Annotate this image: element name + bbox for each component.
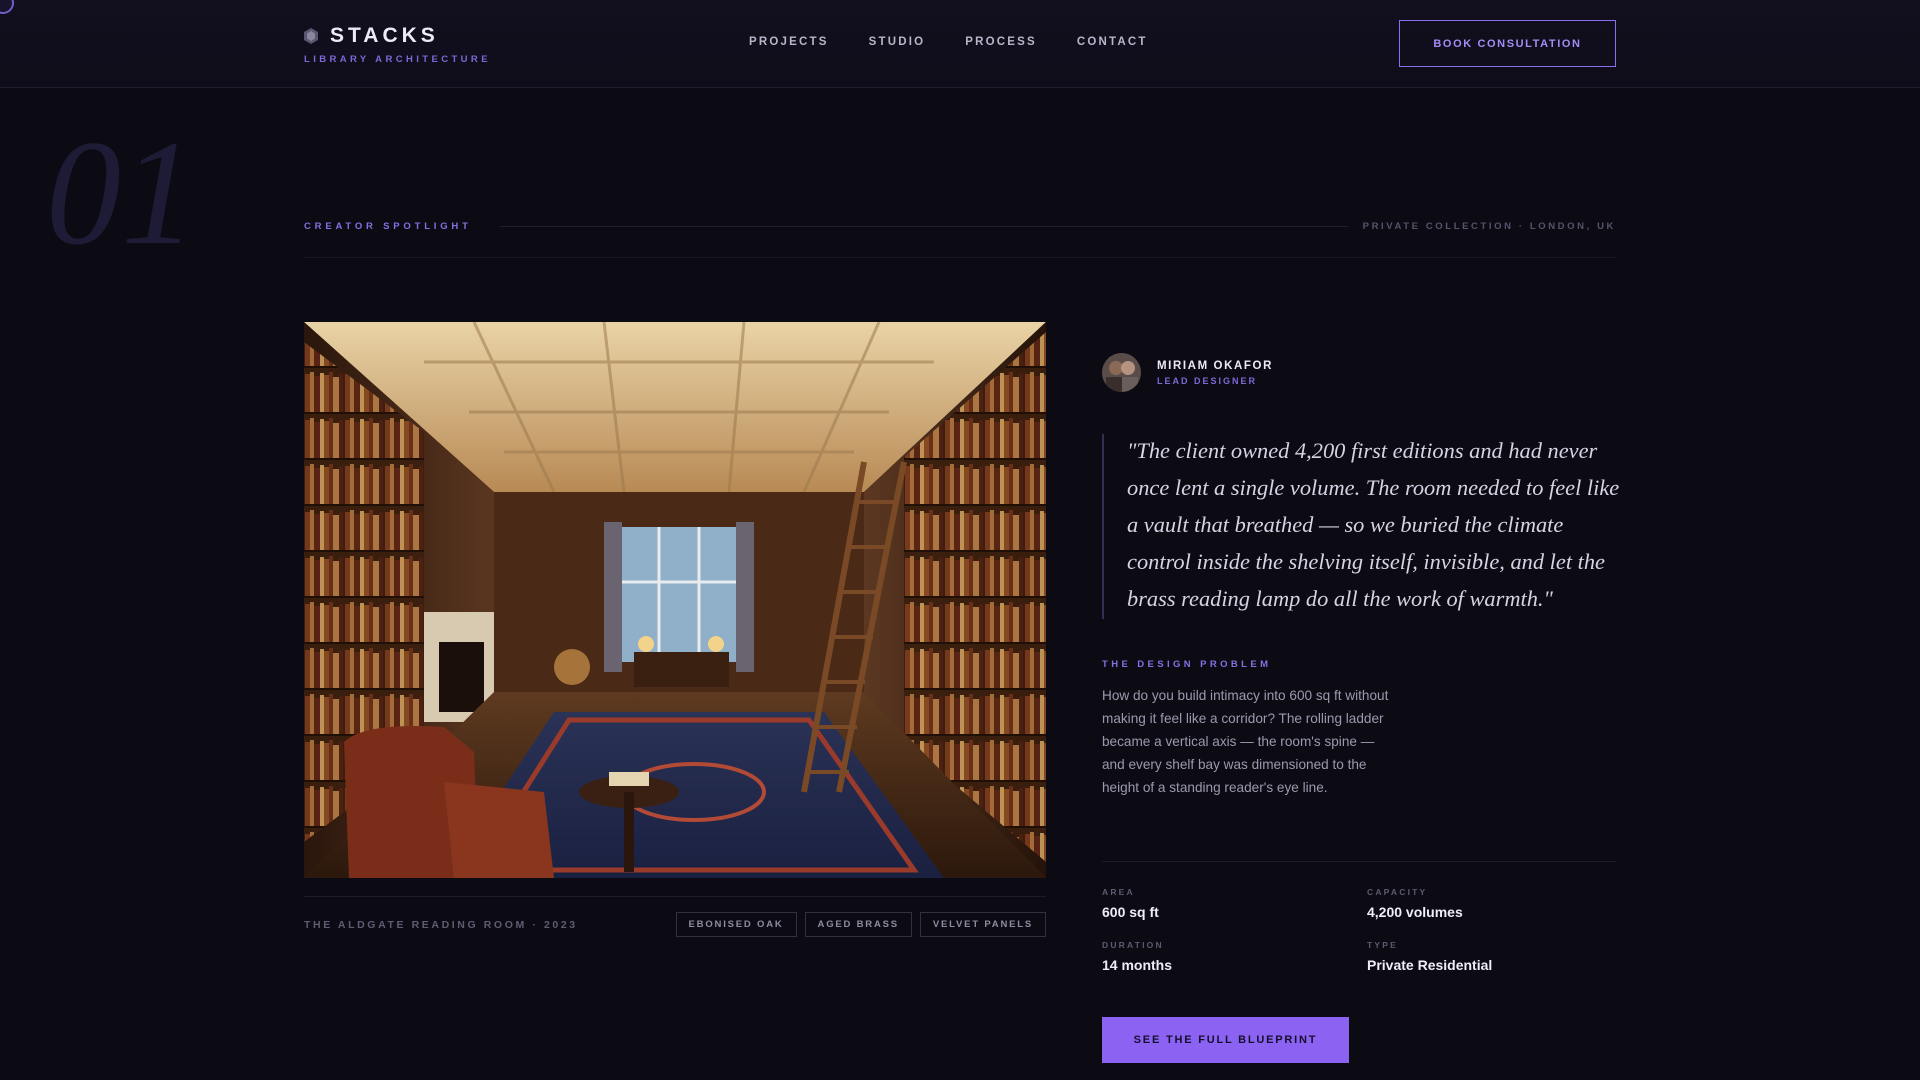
- author-name: MIRIAM OKAFOR: [1157, 359, 1273, 372]
- hexagon-logo-icon: [304, 28, 318, 44]
- stat-value: Private Residential: [1367, 957, 1493, 973]
- brand-tagline: LIBRARY ARCHITECTURE: [304, 54, 491, 65]
- stat-area: AREA 600 sq ft: [1102, 887, 1159, 920]
- stat-capacity: CAPACITY 4,200 volumes: [1367, 887, 1463, 920]
- nav-process[interactable]: PROCESS: [965, 36, 1037, 48]
- top-navigation-bar: STACKS LIBRARY ARCHITECTURE PROJECTS STU…: [0, 0, 1920, 88]
- stat-label: TYPE: [1367, 940, 1399, 950]
- design-problem-text: How do you build intimacy into 600 sq ft…: [1102, 688, 1389, 795]
- author-block: MIRIAM OKAFOR LEAD DESIGNER: [1102, 353, 1273, 392]
- material-tag: EBONISED OAK: [675, 912, 797, 937]
- section-rule: [304, 257, 1616, 258]
- author-role: LEAD DESIGNER: [1157, 375, 1258, 386]
- section-number: 01: [46, 110, 196, 276]
- stat-label: AREA: [1102, 887, 1135, 897]
- design-problem-label: THE DESIGN PROBLEM: [1102, 659, 1272, 670]
- brand-name: STACKS: [330, 24, 439, 47]
- project-photo: [304, 322, 1046, 878]
- corner-circle-icon[interactable]: [0, 0, 14, 14]
- stat-label: DURATION: [1102, 940, 1164, 950]
- quote-accent-bar: [1102, 434, 1104, 619]
- section-location: PRIVATE COLLECTION · LONDON, UK: [1362, 221, 1616, 232]
- brand-logo[interactable]: STACKS LIBRARY ARCHITECTURE: [304, 24, 491, 65]
- stats-divider: [1102, 861, 1616, 862]
- author-portrait: [1102, 353, 1141, 392]
- nav-studio[interactable]: STUDIO: [869, 36, 926, 48]
- stat-value: 600 sq ft: [1102, 904, 1159, 920]
- avatar: [1102, 353, 1141, 392]
- testimonial-quote: "The client owned 4,200 first editions a…: [1127, 438, 1620, 611]
- book-consultation-button[interactable]: BOOK CONSULTATION: [1399, 20, 1616, 67]
- stat-label: CAPACITY: [1367, 887, 1428, 897]
- stat-value: 4,200 volumes: [1367, 904, 1463, 920]
- photo-divider: [304, 896, 1046, 897]
- see-blueprint-button[interactable]: SEE THE FULL BLUEPRINT: [1102, 1017, 1349, 1063]
- main-nav: PROJECTS STUDIO PROCESS CONTACT: [749, 36, 1148, 48]
- material-tag: VELVET PANELS: [919, 912, 1046, 937]
- nav-contact[interactable]: CONTACT: [1077, 36, 1148, 48]
- project-caption: THE ALDGATE READING ROOM · 2023: [304, 919, 578, 931]
- nav-projects[interactable]: PROJECTS: [749, 36, 829, 48]
- stat-type: TYPE Private Residential: [1367, 940, 1492, 973]
- material-tag: AGED BRASS: [804, 912, 912, 937]
- stat-value: 14 months: [1102, 957, 1173, 973]
- section-divider: [500, 226, 1348, 227]
- stat-duration: DURATION 14 months: [1102, 940, 1172, 973]
- material-tags: EBONISED OAK AGED BRASS VELVET PANELS: [675, 912, 1046, 937]
- library-room-illustration: [304, 322, 1046, 878]
- section-label: CREATOR SPOTLIGHT: [304, 221, 472, 232]
